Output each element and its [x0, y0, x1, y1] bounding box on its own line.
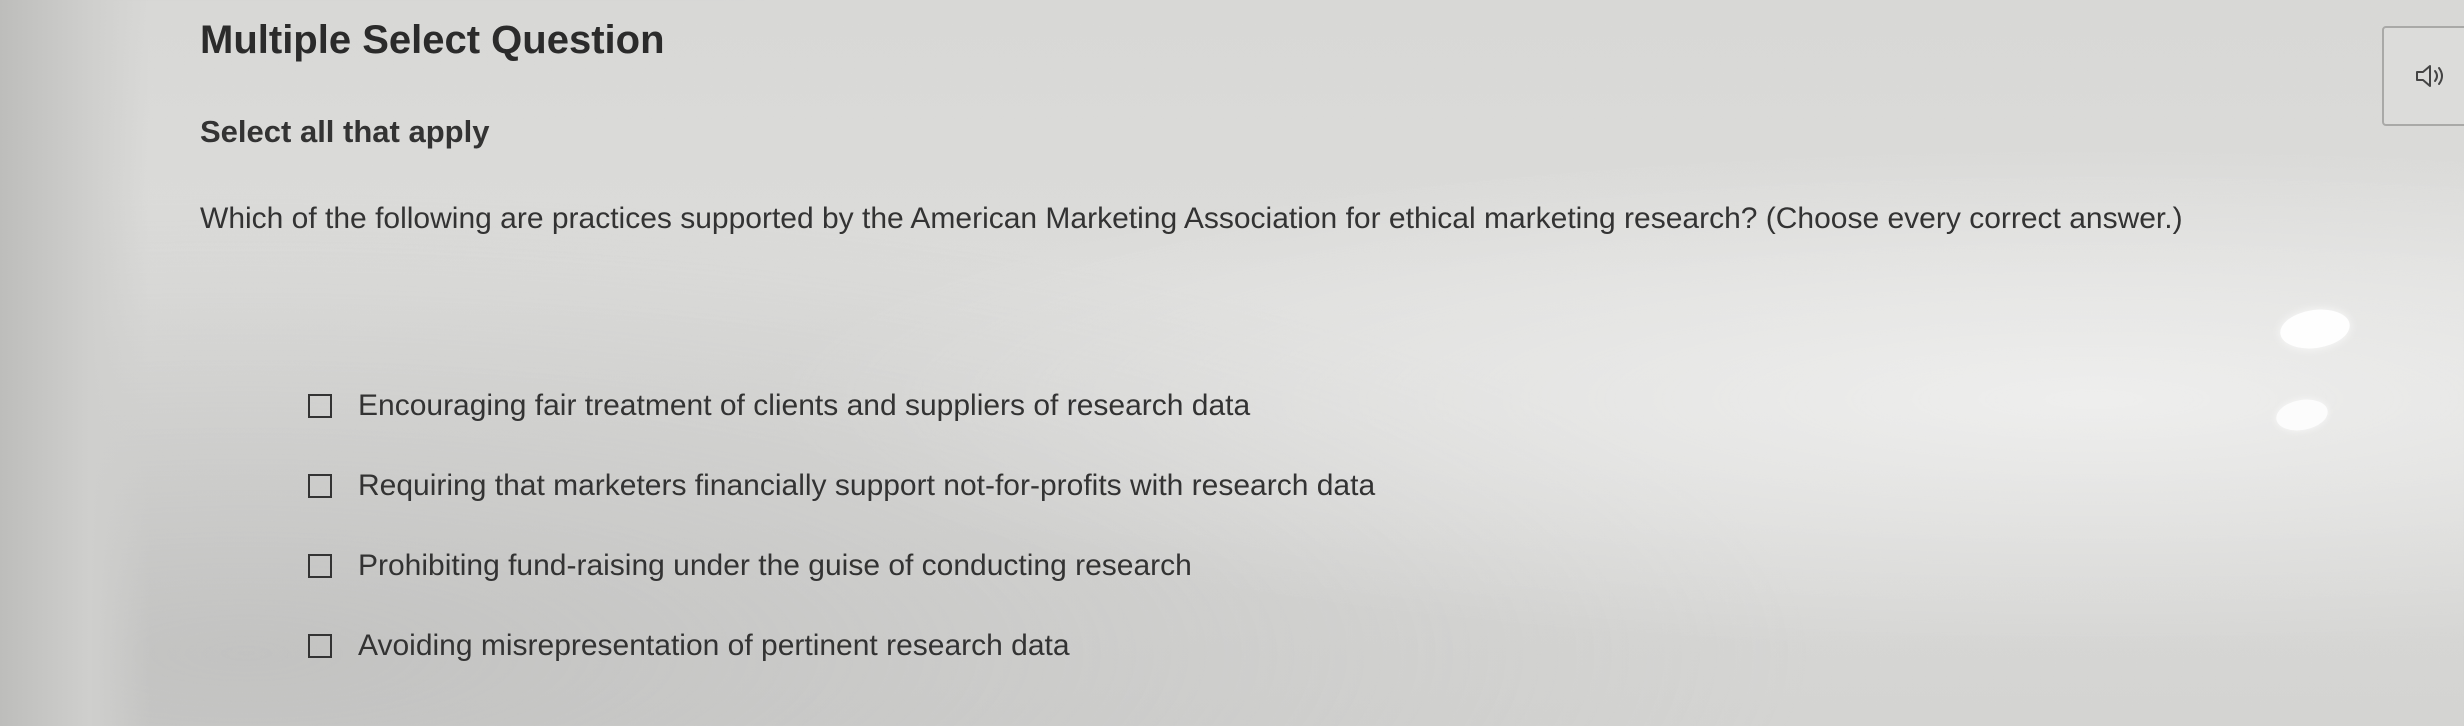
instruction-text: Select all that apply	[200, 114, 490, 149]
speaker-icon	[2416, 65, 2443, 87]
checkbox[interactable]	[308, 554, 332, 578]
checkbox[interactable]	[308, 474, 332, 498]
read-aloud-button[interactable]	[2382, 26, 2464, 126]
checkbox[interactable]	[308, 634, 332, 658]
answer-option[interactable]: Requiring that marketers financially sup…	[308, 446, 1375, 526]
answer-option-label: Requiring that marketers financially sup…	[358, 469, 1376, 502]
answer-options-list: Encouraging fair treatment of clients an…	[308, 366, 1375, 686]
answer-option[interactable]: Avoiding misrepresentation of pertinent …	[308, 606, 1375, 686]
question-prompt: Which of the following are practices sup…	[200, 202, 2183, 235]
checkbox[interactable]	[308, 394, 332, 418]
page-title: Multiple Select Question	[200, 18, 665, 62]
answer-option[interactable]: Prohibiting fund-raising under the guise…	[308, 526, 1375, 606]
question-panel: Multiple Select Question Select all that…	[200, 0, 2360, 726]
screen-edge-shadow	[0, 0, 150, 726]
answer-option-label: Avoiding misrepresentation of pertinent …	[358, 629, 1070, 662]
answer-option-label: Prohibiting fund-raising under the guise…	[358, 549, 1192, 582]
answer-option-label: Encouraging fair treatment of clients an…	[358, 389, 1251, 422]
answer-option[interactable]: Encouraging fair treatment of clients an…	[308, 366, 1375, 446]
